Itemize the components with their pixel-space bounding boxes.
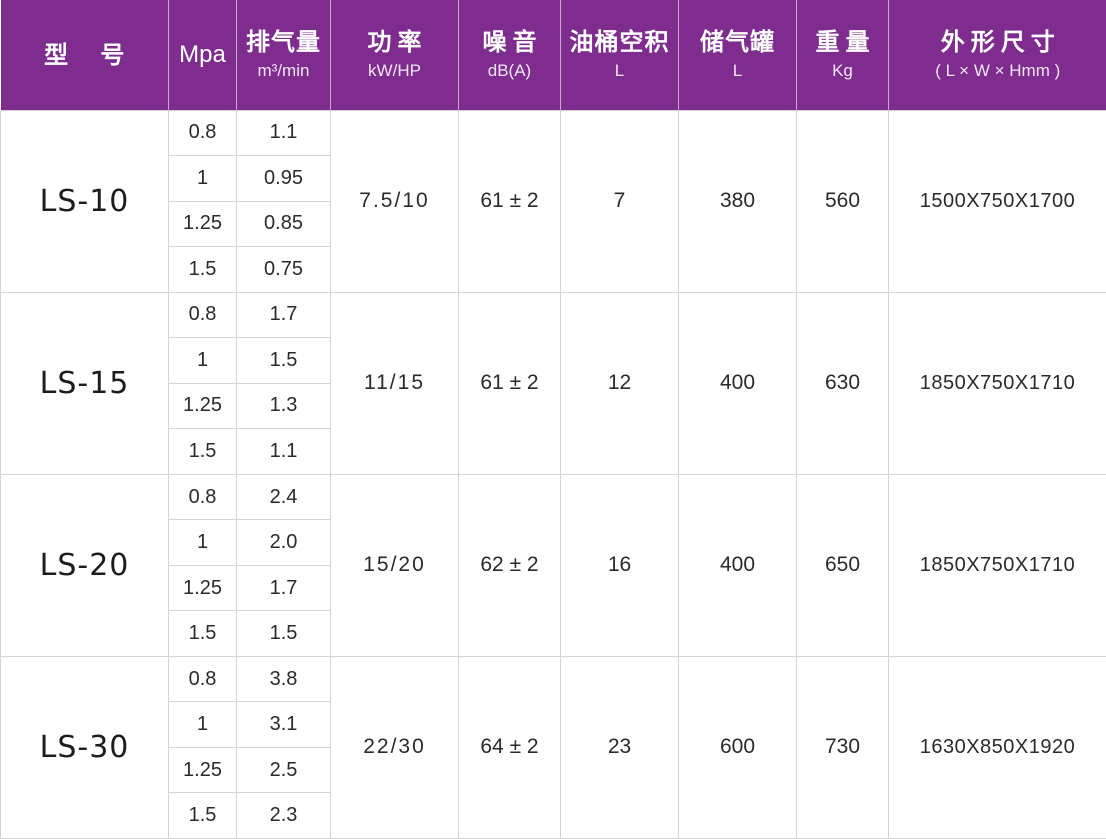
header-noise-unit: dB(A) — [487, 60, 532, 80]
weight-cell: 560 — [796, 109, 889, 293]
table-row: LS-30 0.8 3.8 22/30 64 ± 2 23 600 730 16… — [0, 655, 1106, 839]
noise-cell: 64 ± 2 — [458, 655, 561, 839]
header-row: 型 号 Mpa 排气量 m³/min 功率 kW/HP 噪音 dB(A) 油桶空… — [0, 0, 1106, 110]
pressure-cell: 1.25 — [168, 564, 237, 612]
header-noise: 噪音 dB(A) — [458, 0, 561, 110]
pressure-cell: 1 — [168, 155, 237, 202]
flow-cell: 1.7 — [236, 291, 331, 339]
pressure-cell: 0.8 — [168, 473, 237, 521]
tank-cell: 380 — [678, 109, 797, 293]
dimensions-cell: 1850X750X1710 — [888, 291, 1106, 475]
flow-cell: 2.3 — [236, 792, 331, 839]
flow-cell: 1.7 — [236, 564, 331, 612]
flow-cell: 1.3 — [236, 382, 331, 430]
header-weight-unit: Kg — [832, 60, 853, 80]
pressure-cell: 0.8 — [168, 291, 237, 339]
header-power-title: 功率 — [367, 27, 428, 56]
flow-cell: 0.85 — [236, 200, 331, 248]
power-cell: 15/20 — [330, 473, 459, 657]
power-cell: 11/15 — [330, 291, 459, 475]
pressure-cell: 1 — [168, 519, 237, 566]
flow-cell: 2.4 — [236, 473, 331, 521]
flow-cell: 1.5 — [236, 610, 331, 657]
header-dimensions-unit: ( L × W × Hmm ) — [935, 60, 1061, 80]
pressure-cell: 1.5 — [168, 610, 237, 657]
model-name: LS-10 — [0, 109, 169, 293]
power-cell: 22/30 — [330, 655, 459, 839]
model-name: LS-20 — [0, 473, 169, 657]
header-tank-unit: L — [732, 60, 743, 80]
flow-cell: 0.75 — [236, 246, 331, 293]
header-oil-unit: L — [614, 60, 625, 80]
flow-cell: 1.1 — [236, 428, 331, 475]
dimensions-cell: 1850X750X1710 — [888, 473, 1106, 657]
header-flow-unit: m³/min — [257, 60, 310, 80]
table-header: 型 号 Mpa 排气量 m³/min 功率 kW/HP 噪音 dB(A) 油桶空… — [0, 0, 1106, 110]
oil-cell: 23 — [560, 655, 679, 839]
model-name: LS-30 — [0, 655, 169, 839]
pressure-cell: 1.25 — [168, 746, 237, 794]
pressure-cell: 1 — [168, 701, 237, 748]
weight-cell: 730 — [796, 655, 889, 839]
header-weight-title: 重量 — [815, 27, 876, 56]
pressure-cell: 1.5 — [168, 428, 237, 475]
header-dimensions: 外形尺寸 ( L × W × Hmm ) — [888, 0, 1106, 110]
header-tank: 储气罐 L — [678, 0, 797, 110]
pressure-cell: 1.5 — [168, 792, 237, 839]
flow-cell: 0.95 — [236, 155, 331, 202]
flow-cell: 3.8 — [236, 655, 331, 703]
dimensions-cell: 1630X850X1920 — [888, 655, 1106, 839]
model-name: LS-15 — [0, 291, 169, 475]
oil-cell: 7 — [560, 109, 679, 293]
flow-cell: 1.5 — [236, 337, 331, 384]
table-body: LS-10 0.8 1.1 7.5/10 61 ± 2 7 380 560 15… — [0, 109, 1106, 839]
oil-cell: 12 — [560, 291, 679, 475]
header-weight: 重量 Kg — [796, 0, 889, 110]
header-dimensions-title: 外形尺寸 — [940, 27, 1061, 56]
flow-cell: 2.5 — [236, 746, 331, 794]
pressure-cell: 0.8 — [168, 655, 237, 703]
header-flow: 排气量 m³/min — [236, 0, 331, 110]
header-power-unit: kW/HP — [368, 60, 421, 80]
tank-cell: 400 — [678, 291, 797, 475]
noise-cell: 61 ± 2 — [458, 109, 561, 293]
tank-cell: 400 — [678, 473, 797, 657]
oil-cell: 16 — [560, 473, 679, 657]
pressure-cell: 1.25 — [168, 200, 237, 248]
tank-cell: 600 — [678, 655, 797, 839]
header-model: 型 号 — [0, 0, 169, 110]
spec-table: 型 号 Mpa 排气量 m³/min 功率 kW/HP 噪音 dB(A) 油桶空… — [0, 0, 1106, 839]
power-cell: 7.5/10 — [330, 109, 459, 293]
header-model-title: 型 号 — [44, 40, 137, 69]
header-power: 功率 kW/HP — [330, 0, 459, 110]
header-tank-title: 储气罐 — [700, 27, 775, 56]
table-row: LS-20 0.8 2.4 15/20 62 ± 2 16 400 650 18… — [0, 473, 1106, 657]
header-mpa: Mpa — [168, 0, 237, 110]
pressure-cell: 1 — [168, 337, 237, 384]
header-oil-title: 油桶空积 — [569, 27, 670, 56]
pressure-cell: 0.8 — [168, 109, 237, 157]
weight-cell: 650 — [796, 473, 889, 657]
pressure-cell: 1.25 — [168, 382, 237, 430]
header-mpa-title: Mpa — [179, 40, 226, 68]
noise-cell: 61 ± 2 — [458, 291, 561, 475]
table-row: LS-15 0.8 1.7 11/15 61 ± 2 12 400 630 18… — [0, 291, 1106, 475]
noise-cell: 62 ± 2 — [458, 473, 561, 657]
flow-cell: 3.1 — [236, 701, 331, 748]
weight-cell: 630 — [796, 291, 889, 475]
flow-cell: 2.0 — [236, 519, 331, 566]
table-row: LS-10 0.8 1.1 7.5/10 61 ± 2 7 380 560 15… — [0, 109, 1106, 293]
header-flow-title: 排气量 — [246, 27, 321, 56]
header-noise-title: 噪音 — [482, 27, 543, 56]
header-oil: 油桶空积 L — [560, 0, 679, 110]
dimensions-cell: 1500X750X1700 — [888, 109, 1106, 293]
flow-cell: 1.1 — [236, 109, 331, 157]
pressure-cell: 1.5 — [168, 246, 237, 293]
